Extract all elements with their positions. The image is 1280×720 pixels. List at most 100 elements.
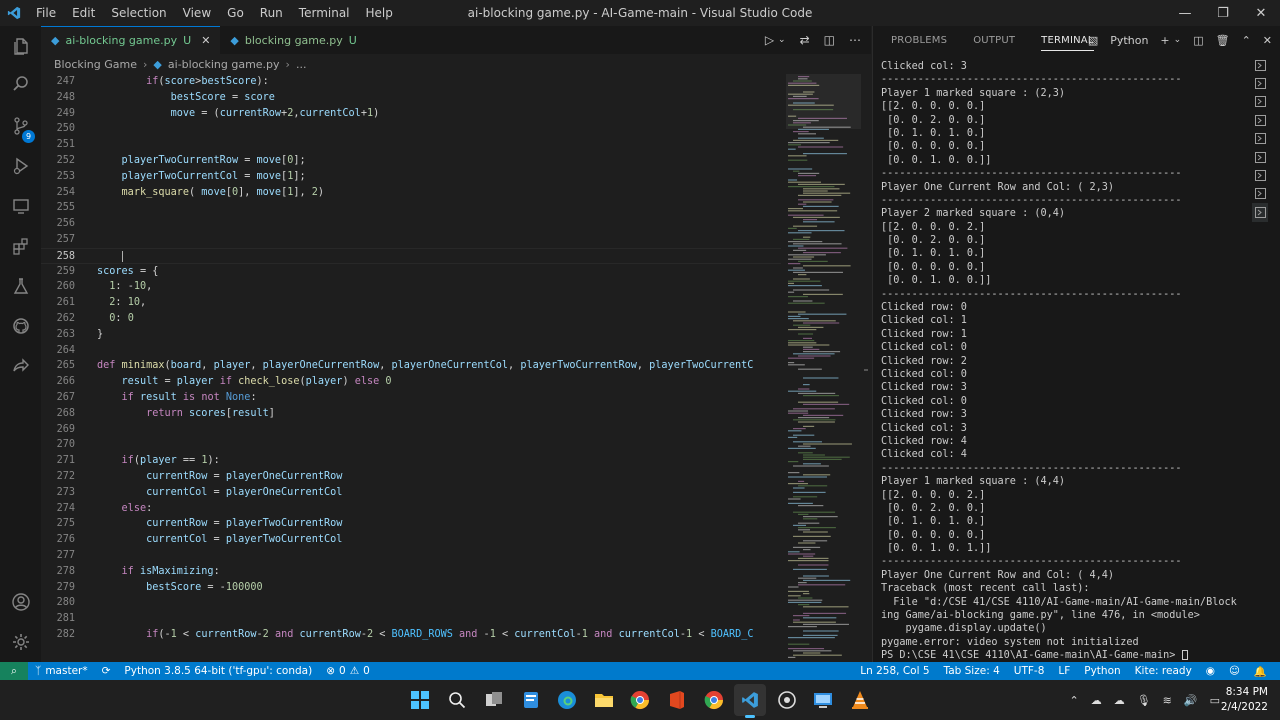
testing-icon[interactable] — [0, 266, 41, 306]
close-panel-icon[interactable]: ✕ — [1263, 34, 1272, 47]
extensions-icon[interactable] — [0, 226, 41, 266]
code-line[interactable]: 255 — [41, 200, 781, 216]
code-line[interactable]: 249 move = (currentRow+2,currentCol+1) — [41, 106, 781, 122]
search-icon[interactable] — [441, 684, 473, 716]
code-line[interactable]: 256 — [41, 216, 781, 232]
terminal-instance-icon[interactable] — [1252, 93, 1268, 111]
run-file-icon[interactable]: ▷ — [765, 33, 774, 47]
chevron-up-icon[interactable]: ⌃ — [1069, 694, 1078, 707]
minimize-icon[interactable]: — — [1166, 0, 1204, 26]
code-editor[interactable]: 247 if(score>bestScore): 248 bestScore = … — [41, 74, 781, 662]
end-of-line[interactable]: LF — [1051, 665, 1077, 677]
terminal-instance-icon[interactable] — [1252, 111, 1268, 129]
chrome-profile-icon[interactable] — [698, 684, 730, 716]
code-line[interactable]: 247 if(score>bestScore): — [41, 74, 781, 90]
split-editor-icon[interactable]: ◫ — [824, 33, 835, 47]
task-view-icon[interactable] — [478, 684, 510, 716]
editor-scrollbar[interactable] — [861, 74, 871, 662]
explorer-icon[interactable] — [0, 26, 41, 66]
breadcrumb-symbol[interactable]: ... — [296, 58, 307, 71]
terminal-instance-icon[interactable] — [1252, 148, 1268, 166]
remote-indicator-icon[interactable]: ⌕ — [0, 662, 28, 680]
system-clock[interactable]: 8:34 PM 2/4/2022 — [1221, 685, 1268, 715]
code-line[interactable]: 280 — [41, 595, 781, 611]
trash-icon[interactable]: 🗑 — [1216, 34, 1230, 47]
code-line[interactable]: 271 if(player == 1): — [41, 453, 781, 469]
kite-status[interactable]: Kite: ready — [1128, 665, 1199, 677]
minimap[interactable] — [786, 74, 861, 662]
github-icon[interactable] — [0, 306, 41, 346]
code-line[interactable]: 270 — [41, 437, 781, 453]
code-line[interactable]: 279 bestScore = -100000 — [41, 580, 781, 596]
split-terminal-icon[interactable]: ◫ — [1193, 34, 1203, 47]
tab-terminal[interactable]: TERMINAL — [1041, 30, 1094, 51]
code-line[interactable]: 272 currentRow = playerOneCurrentRow — [41, 469, 781, 485]
encoding[interactable]: UTF-8 — [1007, 665, 1052, 677]
file-explorer-icon[interactable] — [588, 684, 620, 716]
menu-run[interactable]: Run — [252, 0, 291, 26]
terminal-instance-icon[interactable] — [1252, 74, 1268, 92]
code-line[interactable]: 273 currentCol = playerOneCurrentCol — [41, 485, 781, 501]
problems-count[interactable]: ⊗ 0 ⚠ 0 — [319, 665, 377, 677]
menu-help[interactable]: Help — [358, 0, 401, 26]
code-line[interactable]: 267 if result is not None: — [41, 390, 781, 406]
code-line[interactable]: 251 — [41, 137, 781, 153]
notifications-icon[interactable]: 🔔 — [1247, 665, 1274, 678]
terminal-instance-icon[interactable] — [1252, 130, 1268, 148]
code-line[interactable]: 266 result = player if check_lose(player… — [41, 374, 781, 390]
live-share-icon[interactable] — [0, 346, 41, 386]
menu-go[interactable]: Go — [219, 0, 252, 26]
source-control-icon[interactable]: 9 — [0, 106, 41, 146]
more-actions-icon[interactable]: ⋯ — [849, 33, 861, 47]
maximize-panel-icon[interactable]: ⌃ — [1242, 34, 1251, 47]
breadcrumb-folder[interactable]: Blocking Game — [54, 58, 137, 71]
terminal-instance-icon[interactable] — [1252, 166, 1268, 184]
minimap-slider[interactable] — [786, 74, 861, 129]
microphone-icon[interactable]: 🎙 — [1137, 694, 1151, 707]
onedrive-icon[interactable]: ☁ — [1091, 694, 1102, 707]
cursor-position[interactable]: Ln 258, Col 5 — [853, 665, 936, 677]
code-line[interactable]: 253 playerTwoCurrentCol = move[1]; — [41, 169, 781, 185]
code-line[interactable]: 269 — [41, 422, 781, 438]
code-line[interactable]: 248 bestScore = score — [41, 90, 781, 106]
office-icon[interactable] — [661, 684, 693, 716]
python-interpreter[interactable]: Python 3.8.5 64-bit ('tf-gpu': conda) — [117, 665, 319, 677]
wifi-icon[interactable]: ≋ — [1163, 694, 1172, 707]
code-line[interactable]: 252 playerTwoCurrentRow = move[0]; — [41, 153, 781, 169]
search-icon[interactable] — [0, 64, 41, 104]
remote-desktop-icon[interactable] — [807, 684, 839, 716]
chrome-icon[interactable] — [624, 684, 656, 716]
code-line[interactable]: 257 — [41, 232, 781, 248]
code-line[interactable]: 264 — [41, 343, 781, 359]
close-icon[interactable]: ✕ — [1242, 0, 1280, 26]
menu-selection[interactable]: Selection — [103, 0, 174, 26]
breadcrumb-file[interactable]: ai-blocking game.py — [168, 58, 280, 71]
code-line[interactable]: 254 mark_square( move[0], move[1], 2) — [41, 185, 781, 201]
maximize-icon[interactable]: ❐ — [1204, 0, 1242, 26]
volume-icon[interactable]: 🔊 — [1184, 694, 1198, 707]
battery-icon[interactable]: ▭ — [1210, 694, 1220, 707]
code-line[interactable]: 278 if isMaximizing: — [41, 564, 781, 580]
manage-icon[interactable] — [0, 622, 41, 662]
code-line[interactable]: 250 — [41, 121, 781, 137]
code-line[interactable]: 258 — [41, 247, 781, 264]
terminal-name[interactable]: Python — [1110, 34, 1148, 47]
code-line[interactable]: 263} — [41, 327, 781, 343]
add-terminal-icon[interactable]: + — [1160, 34, 1169, 47]
code-line[interactable]: 268 return scores[result] — [41, 406, 781, 422]
remote-explorer-icon[interactable] — [0, 186, 41, 226]
terminal-instance-icon[interactable] — [1252, 203, 1268, 222]
live-share-status-icon[interactable]: ◉ — [1199, 665, 1222, 677]
code-line[interactable]: 276 currentCol = playerTwoCurrentCol — [41, 532, 781, 548]
code-line[interactable]: 277 — [41, 548, 781, 564]
language-mode[interactable]: Python — [1077, 665, 1127, 677]
tab-size[interactable]: Tab Size: 4 — [937, 665, 1007, 677]
terminal-instance-icon[interactable] — [1252, 185, 1268, 203]
vscode-icon[interactable] — [734, 684, 766, 718]
code-line[interactable]: 281 — [41, 611, 781, 627]
tab-blocking-game[interactable]: ◆ blocking game.py U — [220, 26, 366, 54]
tab-ai-blocking-game[interactable]: ◆ ai-blocking game.py U ✕ — [41, 26, 221, 54]
terminal-output[interactable]: Clicked col: 3 --------------------------… — [881, 60, 1243, 660]
code-line[interactable]: 259 scores = { — [41, 264, 781, 280]
tab-problems[interactable]: PROBLEMS — [891, 35, 947, 46]
